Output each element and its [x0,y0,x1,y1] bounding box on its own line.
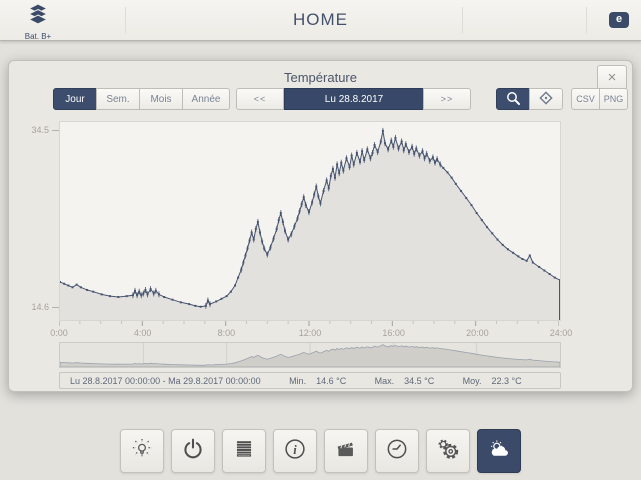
toolbar-button-power[interactable] [171,429,215,473]
brand-label: Bat. B+ [10,32,66,41]
current-date-display: Lu 28.8.2017 [284,88,424,110]
toolbar-button-weather[interactable] [477,429,521,473]
power-icon [180,436,206,467]
x-axis-label: 8:00 [218,328,236,338]
next-day-button[interactable]: >> [423,88,471,110]
bottom-toolbar: i [0,429,641,473]
y-axis-tick [52,130,59,131]
svg-text:i: i [293,442,297,456]
topbar-divider [462,7,463,33]
zoom-tool-button[interactable] [496,88,530,110]
period-button-jour[interactable]: Jour [53,88,97,110]
toolbar-button-schedule[interactable] [375,429,419,473]
export-group: CSV PNG [571,88,628,110]
x-axis-label: 24:00 [550,328,573,338]
close-button[interactable]: × [597,65,627,90]
period-button-group: JourSem.MoisAnnée [53,88,230,110]
x-axis: 0:004:008:0012:0016:0020:0024:00 [59,321,561,343]
date-range-text: Lu 28.8.2017 00:00:00 - Ma 29.8.2017 00:… [70,376,261,386]
export-csv-button[interactable]: CSV [571,88,600,110]
x-axis-label: 0:00 [50,328,68,338]
pan-tool-button[interactable] [529,88,563,110]
date-nav-group: << Lu 28.8.2017 >> [236,88,471,110]
status-bar: Lu 28.8.2017 00:00:00 - Ma 29.8.2017 00:… [59,372,561,389]
page-title: HOME [0,10,641,30]
clock-icon [384,436,410,467]
min-stat: Min.14.6 °C [289,376,346,386]
gears-icon [435,436,461,467]
toolbar-button-scenes[interactable] [324,429,368,473]
dialog-toolbar: JourSem.MoisAnnée << Lu 28.8.2017 >> [9,88,632,110]
period-button-annee[interactable]: Année [182,88,230,110]
x-axis-label: 20:00 [466,328,489,338]
avg-stat: Moy.22.3 °C [463,376,522,386]
topbar-divider [586,7,587,33]
light-bulb-icon [129,436,155,467]
x-axis-label: 12:00 [299,328,322,338]
info-icon: i [282,436,308,467]
max-stat: Max.34.5 °C [375,376,435,386]
toolbar-button-settings[interactable] [426,429,470,473]
y-axis-max-label: 34.5 [21,125,49,135]
blinds-icon [231,436,257,467]
center-diamond-icon [536,88,556,111]
overview-range-chart[interactable] [59,342,561,368]
dialog-title: Température [9,70,632,85]
magnifier-icon [503,88,523,111]
temperature-dialog: Température × JourSem.MoisAnnée << Lu 28… [8,60,633,392]
top-bar: Bat. B+ HOME e [0,0,641,41]
y-axis-min-label: 14.6 [21,302,49,312]
export-png-button[interactable]: PNG [599,88,628,110]
toolbar-button-lighting[interactable] [120,429,164,473]
y-axis-tick [52,307,59,308]
stats: Min.14.6 °C Max.34.5 °C Moy.22.3 °C [261,376,550,386]
x-axis-label: 16:00 [382,328,405,338]
sun-cloud-icon [486,436,512,467]
brand-logo: e [609,12,629,28]
clapperboard-icon [333,436,359,467]
prev-day-button[interactable]: << [236,88,284,110]
x-axis-label: 4:00 [134,328,152,338]
toolbar-button-info[interactable]: i [273,429,317,473]
toolbar-button-blinds[interactable] [222,429,266,473]
period-button-mois[interactable]: Mois [139,88,183,110]
chart-tools-group [496,88,563,110]
period-button-sem[interactable]: Sem. [96,88,140,110]
temperature-chart[interactable] [59,121,561,321]
